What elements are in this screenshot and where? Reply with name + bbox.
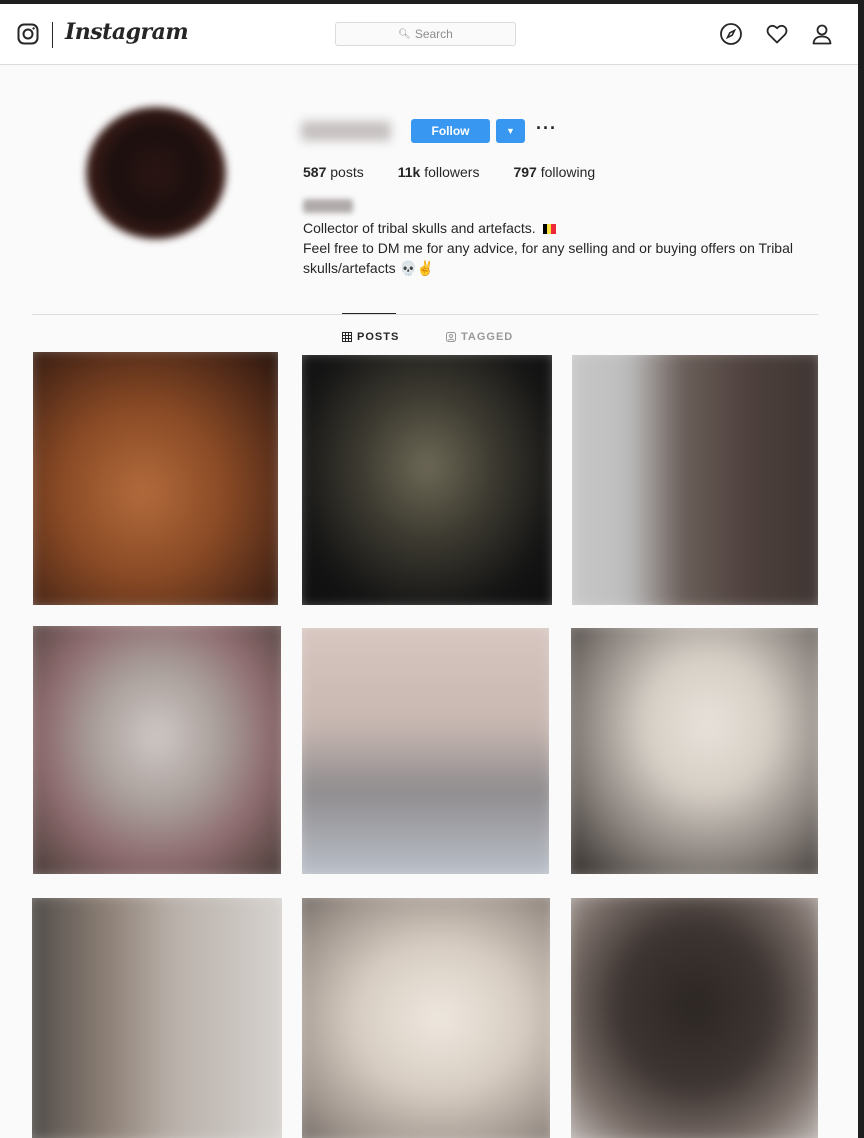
heart-icon[interactable] bbox=[765, 22, 789, 46]
search-input[interactable]: 🔍︎ Search bbox=[335, 22, 516, 46]
suggestions-dropdown-button[interactable]: ▼ bbox=[496, 119, 525, 143]
following-count: 797 bbox=[513, 164, 537, 180]
post-thumbnail[interactable] bbox=[33, 352, 278, 605]
followers-label: followers bbox=[424, 164, 480, 180]
posts-stat: 587 posts bbox=[303, 164, 364, 180]
header-divider bbox=[52, 22, 53, 48]
post-thumbnail[interactable] bbox=[302, 355, 552, 605]
bio-line-2: Feel free to DM me for any advice, for a… bbox=[303, 240, 793, 256]
search-icon: 🔍︎ bbox=[398, 28, 411, 40]
instagram-wordmark[interactable]: Instagram bbox=[65, 19, 189, 45]
window-frame-right bbox=[858, 0, 864, 1138]
top-nav-bar: Instagram 🔍︎ Search bbox=[0, 4, 858, 65]
more-options-icon[interactable]: ··· bbox=[536, 118, 557, 139]
instagram-glyph-icon[interactable] bbox=[17, 23, 39, 45]
following-stat[interactable]: 797 following bbox=[513, 164, 595, 180]
post-thumbnail[interactable] bbox=[33, 626, 281, 874]
profile-bio: Collector of tribal skulls and artefacts… bbox=[303, 218, 803, 278]
tab-tagged[interactable]: TAGGED bbox=[446, 331, 513, 343]
profile-avatar[interactable] bbox=[82, 105, 230, 241]
posts-count: 587 bbox=[303, 164, 327, 180]
tab-tagged-label: TAGGED bbox=[461, 331, 514, 343]
search-placeholder: Search bbox=[414, 27, 453, 41]
followers-stat[interactable]: 11k followers bbox=[398, 164, 480, 180]
post-thumbnail[interactable] bbox=[302, 898, 550, 1138]
bio-line-3: skulls/artefacts 💀✌ bbox=[303, 260, 435, 276]
follow-button[interactable]: Follow bbox=[411, 119, 490, 143]
tagged-icon bbox=[446, 332, 456, 342]
post-thumbnail[interactable] bbox=[572, 355, 818, 605]
following-label: following bbox=[540, 164, 596, 180]
bio-line-1: Collector of tribal skulls and artefacts… bbox=[303, 220, 536, 236]
followers-count: 11k bbox=[397, 164, 421, 180]
profile-stats: 587 posts 11k followers 797 following bbox=[303, 164, 629, 180]
posts-label: posts bbox=[330, 164, 364, 180]
display-name-redacted bbox=[303, 199, 353, 213]
belgium-flag-icon bbox=[542, 219, 556, 234]
tabs-divider bbox=[32, 314, 818, 315]
post-thumbnail[interactable] bbox=[571, 628, 818, 874]
tab-posts-label: POSTS bbox=[357, 331, 400, 343]
grid-icon bbox=[342, 332, 352, 342]
post-thumbnail[interactable] bbox=[302, 628, 549, 874]
user-icon[interactable] bbox=[810, 22, 834, 46]
active-tab-indicator bbox=[342, 313, 396, 314]
avatar-image bbox=[86, 107, 226, 239]
username-redacted bbox=[301, 121, 391, 141]
post-thumbnail[interactable] bbox=[32, 898, 282, 1138]
compass-icon[interactable] bbox=[719, 22, 743, 46]
post-thumbnail[interactable] bbox=[571, 898, 818, 1138]
tab-posts[interactable]: POSTS bbox=[342, 331, 399, 343]
